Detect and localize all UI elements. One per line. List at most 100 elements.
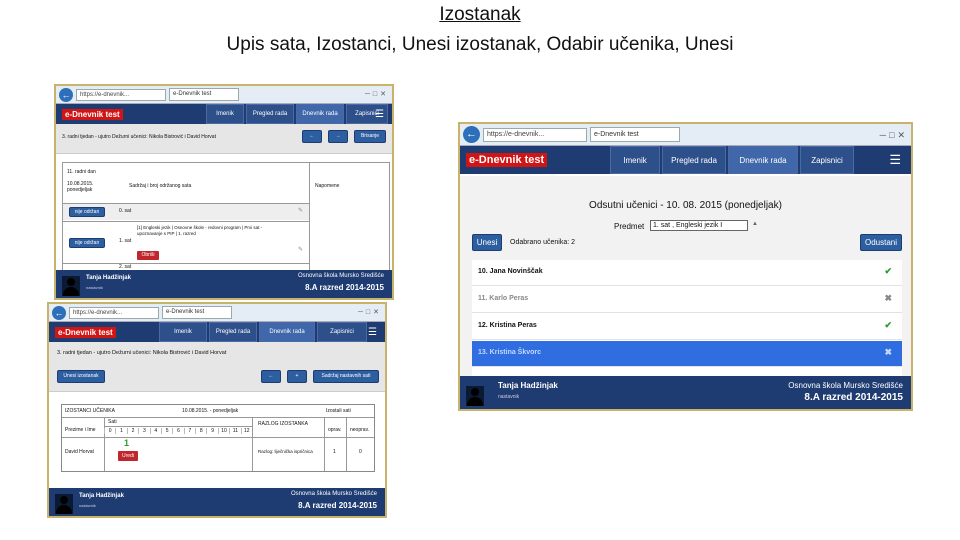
hamburger-icon[interactable]: ☰: [889, 152, 901, 168]
marked-hour: 1: [124, 438, 130, 448]
app-logo[interactable]: e-Dnevnik test: [62, 108, 123, 120]
cross-icon: ✖: [884, 293, 892, 303]
student-row[interactable]: 13. Kristina Škvorc ✖: [472, 341, 902, 367]
chevron-down-icon[interactable]: ▲: [752, 221, 758, 227]
window-controls[interactable]: ─□✕: [880, 124, 908, 146]
subject-select[interactable]: 1. sat , Engleski jezik I: [650, 220, 748, 231]
selected-count: Odabrano učenika: 2: [510, 239, 575, 246]
student-row[interactable]: 11. Karlo Peras ✖: [472, 287, 902, 313]
hour-label: 0. sat: [119, 208, 132, 214]
user-name: Tanja Hadžinjak: [86, 275, 131, 281]
hamburger-icon[interactable]: ☰: [375, 109, 384, 120]
hamburger-icon[interactable]: ☰: [368, 327, 377, 338]
notes-header: Napomene: [315, 183, 340, 189]
slide-subtitle: Upis sata, Izostanci, Unesi izostanak, O…: [226, 34, 734, 55]
cancel-button[interactable]: Odustani: [860, 234, 902, 251]
info-bar: 3. radni tjedan - ujutro Dežurni učenici…: [49, 342, 385, 392]
back-arrow-icon[interactable]: ←: [59, 87, 73, 102]
hour-column-header: 0: [104, 428, 115, 435]
hour-column-header: 11: [229, 428, 240, 435]
table-date: 10.08.2015. - ponedjeljak: [182, 408, 239, 414]
app-bar: e-Dnevnik test Imenik Pregled rada Dnevn…: [460, 146, 911, 174]
absent-students-panel: Odsutni učenici - 10. 08. 2015 (ponedjel…: [460, 176, 911, 376]
back-button[interactable]: ←: [261, 370, 281, 383]
back-button[interactable]: ←: [302, 130, 322, 143]
slide-title: Izostanak: [439, 4, 521, 25]
user-role: nastavnik: [79, 503, 96, 508]
hour-column-header: 7: [183, 428, 195, 435]
avatar-icon: [466, 386, 484, 406]
delete-button[interactable]: Obriši: [137, 251, 159, 260]
avatar-icon: [55, 494, 73, 514]
student-row[interactable]: 12. Kristina Peras ✔: [472, 314, 902, 340]
window-controls[interactable]: ─□✕: [365, 86, 389, 104]
subject-label: Predmet: [614, 222, 645, 231]
hour-column-header: 5: [160, 428, 172, 435]
info-bar: 3. radni tjedan - ujutro Dežurni učenici…: [56, 124, 392, 154]
menu-dnevnik-rada[interactable]: Dnevnik rada: [728, 146, 798, 174]
app-footer: Tanja Hadžinjak nastavnik Osnovna škola …: [49, 488, 385, 516]
day-date: 10.08.2015. ponedjeljak: [67, 181, 94, 194]
hour-column-header: 6: [172, 428, 183, 435]
col-sati: Sati: [108, 419, 117, 425]
edit-icon[interactable]: ✎: [298, 246, 303, 253]
student-row[interactable]: 10. Jana Novinščak ✔: [472, 260, 902, 286]
add-absence-button[interactable]: Unesi izostanak: [57, 370, 105, 383]
class-name: 8.A razred 2014-2015: [298, 501, 377, 510]
menu-zapisnici[interactable]: Zapisnici: [317, 322, 367, 342]
app-footer: Tanja Hadžinjak nastavnik Osnovna škola …: [460, 376, 911, 409]
brisanje-button[interactable]: Brisanje: [354, 130, 386, 143]
app-logo[interactable]: e-Dnevnik test: [55, 326, 116, 338]
hour-column-header: 8: [195, 428, 206, 435]
menu-pregled-rada[interactable]: Pregled rada: [209, 322, 257, 342]
not-held-button[interactable]: nije održan: [69, 207, 105, 217]
hour-column-header: 2: [126, 428, 138, 435]
window-controls[interactable]: ─□✕: [358, 304, 382, 322]
student-name: 13. Kristina Škvorc: [478, 349, 542, 356]
forward-button[interactable]: →: [328, 130, 348, 143]
enter-button[interactable]: Unesi: [472, 234, 502, 251]
lesson-content-button[interactable]: Sadržaj nastavnih sati: [313, 370, 379, 383]
menu-imenik[interactable]: Imenik: [610, 146, 660, 174]
screenshot-odabir-ucenika: ← https://e-dnevnik... e-Dnevnik test ─□…: [458, 122, 913, 411]
address-bar[interactable]: https://e-dnevnik...: [483, 127, 587, 142]
excused-count: 1: [333, 449, 336, 455]
school-name: Osnovna škola Mursko Središće: [290, 491, 377, 497]
reason-header: RAZLOG IZOSTANKA: [258, 421, 308, 427]
app-footer: Tanja Hadžinjak nastavnik Osnovna škola …: [56, 270, 392, 298]
screenshot-upis-sata: ← https://e-dnevnik... e-Dnevnik test ─□…: [54, 84, 394, 300]
app-bar: e-Dnevnik test Imenik Pregled rada Dnevn…: [49, 322, 385, 342]
menu-pregled-rada[interactable]: Pregled rada: [662, 146, 726, 174]
browser-tab[interactable]: e-Dnevnik test: [162, 306, 232, 319]
info-text: 3. radni tjedan - ujutro Dežurni učenici…: [62, 134, 216, 140]
address-bar[interactable]: https://e-dnevnik...: [69, 306, 159, 319]
edit-row-button[interactable]: Uredi: [118, 451, 138, 461]
table-title: IZOSTANCI UČENIKA: [65, 408, 115, 414]
hour-column-header: 4: [149, 428, 161, 435]
back-arrow-icon[interactable]: ←: [52, 305, 66, 320]
absence-reason: Razlog: liječnička ispričnica: [258, 449, 313, 454]
menu-dnevnik-rada[interactable]: Dnevnik rada: [259, 322, 315, 342]
browser-tab[interactable]: e-Dnevnik test: [169, 88, 239, 101]
browser-tab[interactable]: e-Dnevnik test: [590, 127, 680, 142]
forward-button[interactable]: +: [287, 370, 307, 383]
address-bar[interactable]: https://e-dnevnik...: [76, 88, 166, 101]
app-logo[interactable]: e-Dnevnik test: [466, 153, 548, 167]
menu-dnevnik-rada[interactable]: Dnevnik rada: [296, 104, 344, 124]
menu-pregled-rada[interactable]: Pregled rada: [246, 104, 294, 124]
student-name: 10. Jana Novinščak: [478, 268, 543, 275]
browser-toolbar: ← https://e-dnevnik... e-Dnevnik test ─□…: [49, 304, 385, 322]
hour-row: nije održan 0. sat ✎: [63, 204, 309, 220]
browser-toolbar: ← https://e-dnevnik... e-Dnevnik test ─□…: [460, 124, 911, 146]
back-arrow-icon[interactable]: ←: [463, 126, 480, 143]
class-name: 8.A razred 2014-2015: [804, 392, 903, 403]
menu-zapisnici[interactable]: Zapisnici: [800, 146, 854, 174]
info-text: 3. radni tjedan - ujutro Dežurni učenici…: [57, 350, 227, 356]
user-role: nastavnik: [498, 394, 520, 400]
not-held-button[interactable]: nije održan: [69, 238, 105, 248]
menu-imenik[interactable]: Imenik: [206, 104, 244, 124]
cross-icon: ✖: [884, 347, 892, 357]
edit-icon[interactable]: ✎: [298, 207, 303, 214]
menu-imenik[interactable]: Imenik: [159, 322, 207, 342]
school-name: Osnovna škola Mursko Središće: [297, 273, 384, 279]
